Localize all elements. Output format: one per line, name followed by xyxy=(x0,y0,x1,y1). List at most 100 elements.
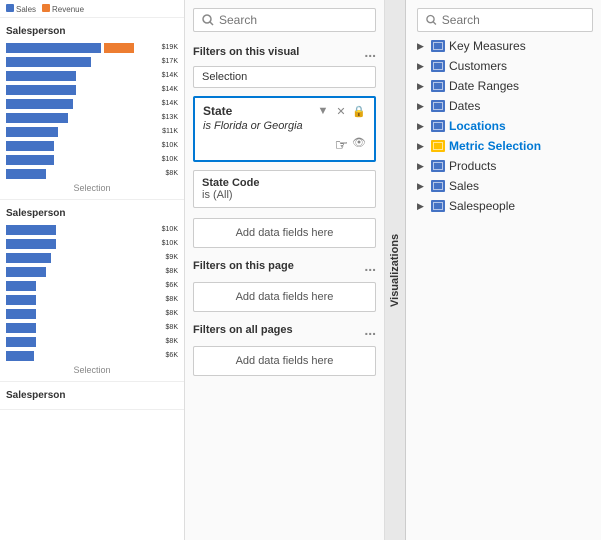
tree-label-products: Products xyxy=(449,159,496,173)
right-content: ▶ Key Measures ▶ Customers ▶ Date Ranges… xyxy=(409,0,601,540)
selection-chip-label: Selection xyxy=(202,71,247,83)
bar xyxy=(6,337,36,347)
tree-item-sales[interactable]: ▶ Sales xyxy=(409,176,601,196)
state-code-value: is (All) xyxy=(202,189,367,201)
bar xyxy=(6,267,46,277)
bar-row: $8K xyxy=(6,307,178,319)
tree-item-salespeople[interactable]: ▶ Salespeople xyxy=(409,196,601,216)
table-icon-metric-selection xyxy=(431,140,445,152)
bar-value: $8K xyxy=(166,170,178,177)
chart-legend: Sales Revenue xyxy=(6,4,84,14)
table-icon-locations xyxy=(431,120,445,132)
add-data-visual-btn[interactable]: Add data fields here xyxy=(193,218,376,248)
state-code-title: State Code xyxy=(202,177,367,189)
filters-on-page-label: Filters on this page xyxy=(193,260,294,272)
bar-row: $10K xyxy=(6,237,178,249)
tree-label-salespeople: Salespeople xyxy=(449,199,515,213)
filters-all-pages-ellipsis[interactable]: ... xyxy=(364,322,376,338)
tree-item-customers[interactable]: ▶ Customers xyxy=(409,56,601,76)
bar-row: $9K xyxy=(6,251,178,263)
bar-value: $8K xyxy=(166,338,178,345)
bar-value: $14K xyxy=(162,100,178,107)
bar-revenue xyxy=(104,43,134,53)
active-filter-card[interactable]: State ▼ ✕ 🔒 is Florida or Georgia ☞ 👁 xyxy=(193,96,376,162)
tree-list: ▶ Key Measures ▶ Customers ▶ Date Ranges… xyxy=(409,36,601,216)
filters-on-visual-ellipsis[interactable]: ... xyxy=(364,44,376,60)
table-icon-dates xyxy=(431,100,445,112)
bar-row: $6K xyxy=(6,349,178,361)
add-data-all-btn[interactable]: Add data fields here xyxy=(193,346,376,376)
bar xyxy=(6,71,76,81)
expand-filter-icon[interactable]: ▼ xyxy=(316,105,330,117)
filters-on-page-section: Filters on this page ... xyxy=(185,254,384,276)
bar-row: $8K xyxy=(6,335,178,347)
clear-filter-icon[interactable]: ✕ xyxy=(334,105,348,118)
chart-title-3: Salesperson xyxy=(6,390,178,401)
chevron-right-icon: ▶ xyxy=(417,61,427,72)
table-icon-date-ranges xyxy=(431,80,445,92)
chevron-right-icon: ▶ xyxy=(417,81,427,92)
tree-item-products[interactable]: ▶ Products xyxy=(409,156,601,176)
middle-panel: Filters on this visual ... Selection Sta… xyxy=(185,0,385,540)
visualizations-tab-label[interactable]: Visualizations xyxy=(385,0,406,540)
tree-item-date-ranges[interactable]: ▶ Date Ranges xyxy=(409,76,601,96)
bar-value: $19K xyxy=(162,44,178,51)
chevron-right-icon: ▶ xyxy=(417,201,427,212)
right-search-icon xyxy=(426,14,437,26)
bar xyxy=(6,141,54,151)
legend-area: Sales Revenue xyxy=(0,0,184,18)
bar-value: $6K xyxy=(166,282,178,289)
filters-all-pages-label: Filters on all pages xyxy=(193,324,293,336)
tree-item-key-measures[interactable]: ▶ Key Measures xyxy=(409,36,601,56)
tree-label-sales: Sales xyxy=(449,179,479,193)
bar-value: $10K xyxy=(162,156,178,163)
chevron-right-icon: ▶ xyxy=(417,161,427,172)
filter-card-title: State xyxy=(203,104,232,118)
bar xyxy=(6,225,56,235)
middle-search-input[interactable] xyxy=(219,13,367,27)
bar-value: $11K xyxy=(162,128,178,135)
bar-row: $8K xyxy=(6,293,178,305)
chart-section-2: Salesperson $10K $10K $9K $8K $6K $8K $8… xyxy=(0,200,184,382)
bar-value: $13K xyxy=(162,114,178,121)
bar-container xyxy=(6,56,160,66)
bar-value: $10K xyxy=(162,240,178,247)
filters-on-page-ellipsis[interactable]: ... xyxy=(364,258,376,274)
bar-row: $14K xyxy=(6,97,178,109)
tree-label-dates: Dates xyxy=(449,99,480,113)
bar xyxy=(6,99,73,109)
chart-footer-2: Selection xyxy=(6,363,178,377)
bar xyxy=(6,169,46,179)
bar-sales xyxy=(6,43,101,53)
table-icon-products xyxy=(431,160,445,172)
bar xyxy=(6,127,58,137)
right-search-bar[interactable] xyxy=(417,8,593,32)
bar-value: $9K xyxy=(166,254,178,261)
bar-value: $14K xyxy=(162,72,178,79)
table-icon-key-measures xyxy=(431,40,445,52)
chevron-right-icon: ▶ xyxy=(417,101,427,112)
chevron-right-icon: ▶ xyxy=(417,121,427,132)
bar-value: $14K xyxy=(162,86,178,93)
bar-value: $17K xyxy=(162,58,178,65)
tree-item-dates[interactable]: ▶ Dates xyxy=(409,96,601,116)
tree-item-locations[interactable]: ▶ Locations xyxy=(409,116,601,136)
table-icon-sales xyxy=(431,180,445,192)
chart-section-3: Salesperson xyxy=(0,382,184,410)
lock-filter-icon[interactable]: 🔒 xyxy=(352,105,366,118)
filters-all-pages-section: Filters on all pages ... xyxy=(185,318,384,340)
tree-item-metric-selection[interactable]: ▶ Metric Selection xyxy=(409,136,601,156)
search-icon xyxy=(202,14,214,26)
eye-icon[interactable]: 👁 xyxy=(352,136,366,154)
bar-value: $6K xyxy=(166,352,178,359)
bar-row: $11K xyxy=(6,125,178,137)
middle-search-bar[interactable] xyxy=(193,8,376,32)
legend-revenue: Revenue xyxy=(42,4,84,14)
state-code-filter-card: State Code is (All) xyxy=(193,170,376,208)
filter-card-bottom-icons: ☞ 👁 xyxy=(203,136,366,154)
chevron-right-icon: ▶ xyxy=(417,41,427,52)
right-search-input[interactable] xyxy=(442,13,584,27)
bar-container xyxy=(6,42,160,52)
add-data-page-btn[interactable]: Add data fields here xyxy=(193,282,376,312)
bar xyxy=(6,113,68,123)
